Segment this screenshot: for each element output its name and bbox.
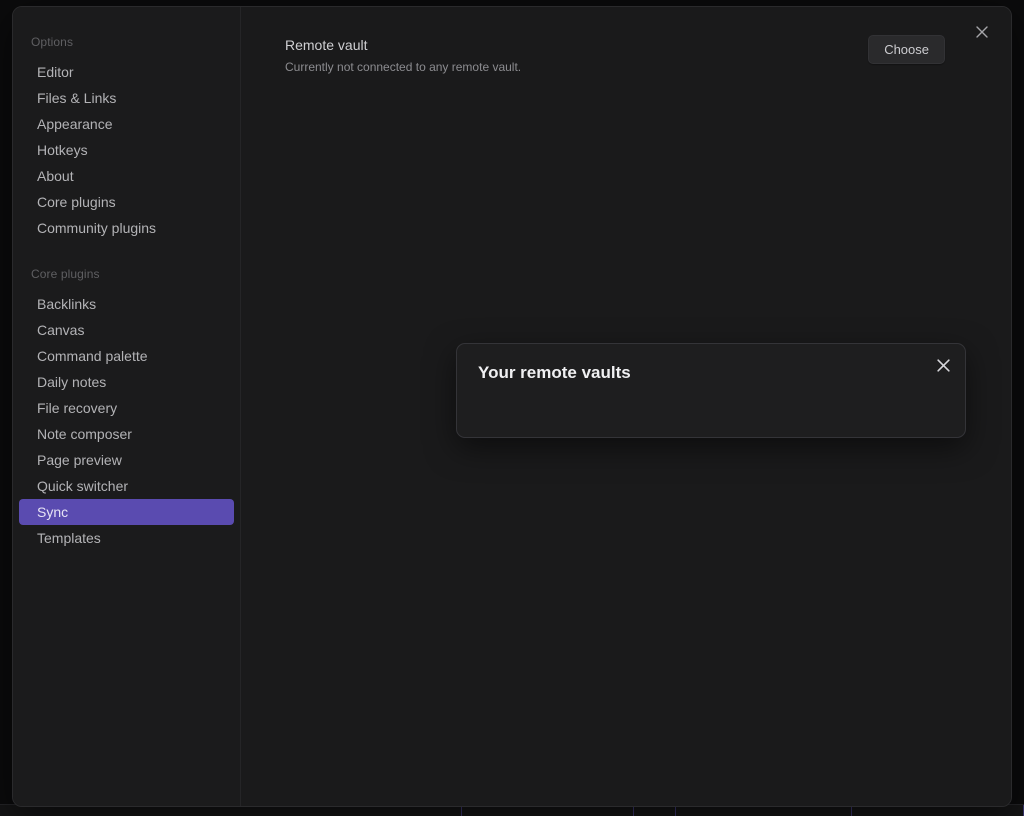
sidebar-item-hotkeys[interactable]: Hotkeys bbox=[19, 137, 234, 163]
remote-vault-setting-control: Choose bbox=[868, 33, 945, 64]
sidebar-item-community-plugins[interactable]: Community plugins bbox=[19, 215, 234, 241]
sidebar-group-core-plugins: Core plugins Backlinks Canvas Command pa… bbox=[13, 267, 240, 551]
modal-title: Your remote vaults bbox=[478, 363, 631, 382]
sidebar-item-file-recovery[interactable]: File recovery bbox=[19, 395, 234, 421]
remote-vault-setting-name: Remote vault bbox=[285, 37, 368, 53]
sidebar-item-command-palette[interactable]: Command palette bbox=[19, 343, 234, 369]
close-settings-button[interactable] bbox=[969, 19, 995, 45]
sidebar-item-core-plugins[interactable]: Core plugins bbox=[19, 189, 234, 215]
sidebar-group-options: Options Editor Files & Links Appearance … bbox=[13, 35, 240, 241]
sidebar-item-quick-switcher[interactable]: Quick switcher bbox=[19, 473, 234, 499]
remote-vault-setting-info: Remote vault Currently not connected to … bbox=[285, 33, 521, 76]
sidebar-item-page-preview[interactable]: Page preview bbox=[19, 447, 234, 473]
sidebar-item-sync[interactable]: Sync bbox=[19, 499, 234, 525]
sidebar-item-canvas[interactable]: Canvas bbox=[19, 317, 234, 343]
modal-body bbox=[478, 394, 944, 427]
settings-sidebar[interactable]: Options Editor Files & Links Appearance … bbox=[13, 7, 241, 806]
remote-vaults-modal: Your remote vaults bbox=[456, 343, 966, 438]
modal-close-button[interactable] bbox=[930, 352, 956, 378]
sidebar-item-backlinks[interactable]: Backlinks bbox=[19, 291, 234, 317]
settings-main-panel: Remote vault Currently not connected to … bbox=[241, 7, 1011, 806]
close-icon bbox=[936, 358, 950, 372]
sidebar-header-options: Options bbox=[31, 35, 74, 49]
sidebar-item-note-composer[interactable]: Note composer bbox=[19, 421, 234, 447]
remote-vault-setting-description: Currently not connected to any remote va… bbox=[285, 60, 522, 74]
sidebar-header-core-plugins: Core plugins bbox=[31, 267, 100, 281]
close-icon bbox=[976, 26, 988, 38]
sidebar-item-appearance[interactable]: Appearance bbox=[19, 111, 234, 137]
sidebar-item-templates[interactable]: Templates bbox=[19, 525, 234, 551]
choose-remote-vault-button[interactable]: Choose bbox=[868, 35, 945, 64]
remote-vault-setting-row: Remote vault Currently not connected to … bbox=[285, 33, 985, 76]
settings-window: Options Editor Files & Links Appearance … bbox=[12, 6, 1012, 807]
sidebar-item-files-and-links[interactable]: Files & Links bbox=[19, 85, 234, 111]
sidebar-item-about[interactable]: About bbox=[19, 163, 234, 189]
sidebar-item-editor[interactable]: Editor bbox=[19, 59, 234, 85]
sidebar-item-daily-notes[interactable]: Daily notes bbox=[19, 369, 234, 395]
